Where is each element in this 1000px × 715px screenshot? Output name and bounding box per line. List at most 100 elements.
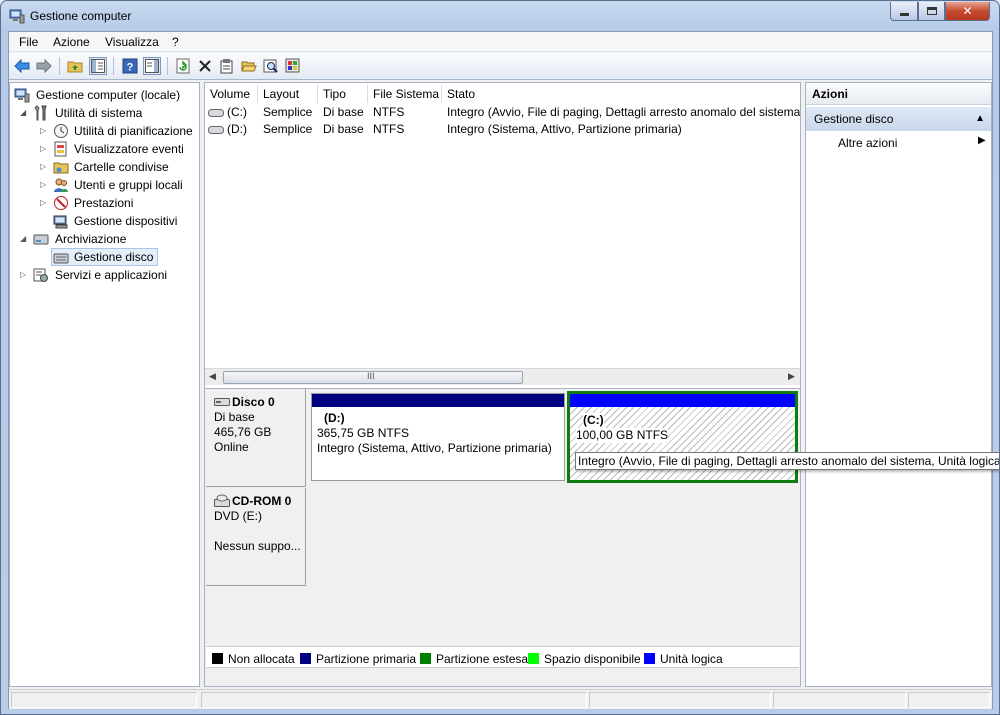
status-pane bbox=[201, 692, 587, 708]
partition-status: Integro (Sistema, Attivo, Partizione pri… bbox=[317, 441, 552, 455]
legend-swatch bbox=[528, 653, 539, 664]
help-icon[interactable]: ? bbox=[121, 57, 139, 75]
legend-swatch bbox=[420, 653, 431, 664]
disk-management-icon bbox=[53, 253, 69, 264]
collapse-up-icon[interactable]: ▲ bbox=[975, 107, 985, 131]
menu-azione[interactable]: Azione bbox=[53, 35, 90, 49]
expanded-arrow-icon[interactable]: ◢ bbox=[20, 104, 30, 122]
submenu-arrow-icon[interactable]: ▶ bbox=[978, 135, 986, 146]
volume-cell: (C:) bbox=[227, 105, 247, 119]
volume-cell: (D:) bbox=[227, 122, 247, 136]
show-hide-tree-icon[interactable] bbox=[89, 57, 107, 75]
title-bar[interactable]: Gestione computer ✕ bbox=[1, 1, 999, 31]
partition-letter: (D:) bbox=[324, 411, 345, 425]
actions-section-disk-management[interactable]: Gestione disco ▲ bbox=[806, 107, 991, 131]
column-header-stato[interactable]: Stato bbox=[442, 85, 800, 103]
storage-icon bbox=[33, 234, 49, 245]
tree-label: Gestione dispositivi bbox=[74, 214, 178, 228]
cd-rom-icon bbox=[214, 494, 230, 507]
collapsed-arrow-icon[interactable]: ▷ bbox=[40, 194, 50, 212]
collapsed-arrow-icon[interactable]: ▷ bbox=[40, 140, 50, 158]
tree-label: Servizi e applicazioni bbox=[55, 268, 168, 282]
tree-item-disk-management[interactable]: Gestione disco bbox=[51, 248, 158, 266]
cdrom-0-label[interactable]: CD-ROM 0 DVD (E:) Nessun suppo... bbox=[206, 488, 306, 586]
actions-pane: Azioni Gestione disco ▲ Altre azioni ▶ bbox=[805, 82, 992, 687]
disk-size: 465,76 GB bbox=[214, 425, 272, 439]
tree-label: Archiviazione bbox=[55, 232, 127, 246]
volume-list: Volume Layout Tipo File Sistema Stato (C… bbox=[205, 83, 800, 385]
delete-icon[interactable] bbox=[196, 57, 214, 75]
refresh-icon[interactable] bbox=[174, 57, 192, 75]
column-header-file-system[interactable]: File Sistema bbox=[368, 85, 442, 103]
maximize-button[interactable] bbox=[918, 2, 945, 21]
scroll-thumb[interactable]: III bbox=[223, 371, 523, 384]
volume-drive-icon bbox=[208, 109, 224, 117]
volume-drive-icon bbox=[208, 126, 224, 134]
status-pane bbox=[11, 692, 197, 708]
tree-label: Gestione disco bbox=[74, 250, 154, 264]
collapsed-arrow-icon[interactable]: ▷ bbox=[40, 158, 50, 176]
minimize-button[interactable] bbox=[890, 2, 918, 21]
scroll-right-icon[interactable]: ▶ bbox=[788, 371, 795, 382]
clock-icon bbox=[54, 124, 68, 138]
status-cell: Integro (Avvio, File di paging, Dettagli… bbox=[447, 105, 800, 119]
tree-label: Prestazioni bbox=[74, 196, 134, 210]
column-header-volume[interactable]: Volume bbox=[205, 85, 258, 103]
cdrom-empty-area[interactable] bbox=[309, 488, 800, 586]
cdrom-name-row: CD-ROM 0 bbox=[214, 494, 305, 509]
computer-management-icon bbox=[14, 88, 30, 103]
more-actions-label: Altre azioni bbox=[838, 136, 898, 150]
filesystem-cell: NTFS bbox=[373, 105, 405, 119]
collapsed-arrow-icon[interactable]: ▷ bbox=[20, 266, 30, 284]
menu-bar: File Azione Visualizza ? bbox=[9, 32, 992, 52]
toolbar-separator bbox=[167, 57, 168, 75]
partition-d[interactable]: (D:) 365,75 GB NTFS Integro (Sistema, At… bbox=[311, 393, 565, 481]
collapsed-arrow-icon[interactable]: ▷ bbox=[40, 122, 50, 140]
disk-status: Online bbox=[214, 440, 249, 454]
window-title: Gestione computer bbox=[30, 9, 132, 23]
scroll-left-icon[interactable]: ◀ bbox=[209, 371, 216, 382]
legend-label: Partizione estesa bbox=[436, 652, 529, 666]
performance-icon bbox=[54, 196, 68, 210]
table-row[interactable]: (C:) Semplice Di base NTFS Integro (Avvi… bbox=[205, 104, 800, 121]
maximize-icon bbox=[926, 7, 937, 15]
more-actions-item[interactable]: Altre azioni bbox=[838, 134, 897, 152]
toolbar-separator bbox=[59, 57, 60, 75]
legend-swatch bbox=[212, 653, 223, 664]
open-folder-icon[interactable] bbox=[240, 57, 258, 75]
shared-folder-icon bbox=[53, 162, 69, 174]
up-folder-icon[interactable] bbox=[66, 57, 84, 75]
menu-file[interactable]: File bbox=[19, 35, 38, 49]
status-pane bbox=[589, 692, 771, 708]
disk-settings-icon[interactable] bbox=[284, 57, 302, 75]
partition-primary-bar bbox=[312, 394, 564, 407]
table-row[interactable]: (D:) Semplice Di base NTFS Integro (Sist… bbox=[205, 121, 800, 138]
legend-label: Spazio disponibile bbox=[544, 652, 641, 666]
disk-0-label[interactable]: Disco 0 Di base 465,76 GB Online bbox=[206, 389, 306, 487]
column-header-layout[interactable]: Layout bbox=[258, 85, 318, 103]
layout-cell: Semplice bbox=[263, 105, 313, 119]
column-header-tipo[interactable]: Tipo bbox=[318, 85, 368, 103]
menu-visualizza[interactable]: Visualizza bbox=[105, 35, 159, 49]
forward-arrow-icon[interactable] bbox=[35, 57, 53, 75]
collapsed-arrow-icon[interactable]: ▷ bbox=[40, 176, 50, 194]
expanded-arrow-icon[interactable]: ◢ bbox=[20, 230, 30, 248]
close-button[interactable]: ✕ bbox=[945, 2, 990, 21]
properties-icon[interactable] bbox=[218, 57, 236, 75]
properties-pane-icon[interactable] bbox=[143, 57, 161, 75]
horizontal-scrollbar[interactable]: ◀ III ▶ bbox=[205, 368, 800, 385]
tree-label: Visualizzatore eventi bbox=[74, 142, 184, 156]
legend-swatch bbox=[300, 653, 311, 664]
partition-tooltip: Integro (Avvio, File di paging, Dettagli… bbox=[575, 452, 999, 470]
search-icon[interactable] bbox=[262, 57, 280, 75]
partition-size: 100,00 GB NTFS bbox=[576, 428, 669, 443]
tree-label: Utilità di sistema bbox=[55, 106, 143, 120]
actions-header: Azioni bbox=[806, 83, 991, 105]
menu-help[interactable]: ? bbox=[172, 35, 179, 49]
legend-label: Partizione primaria bbox=[316, 652, 417, 666]
computer-management-icon bbox=[9, 9, 25, 24]
navigation-tree: Gestione computer (locale) ◢ Utilità di … bbox=[9, 82, 200, 687]
back-arrow-icon[interactable] bbox=[13, 57, 31, 75]
legend: Non allocata Partizione primaria Partizi… bbox=[206, 646, 799, 668]
